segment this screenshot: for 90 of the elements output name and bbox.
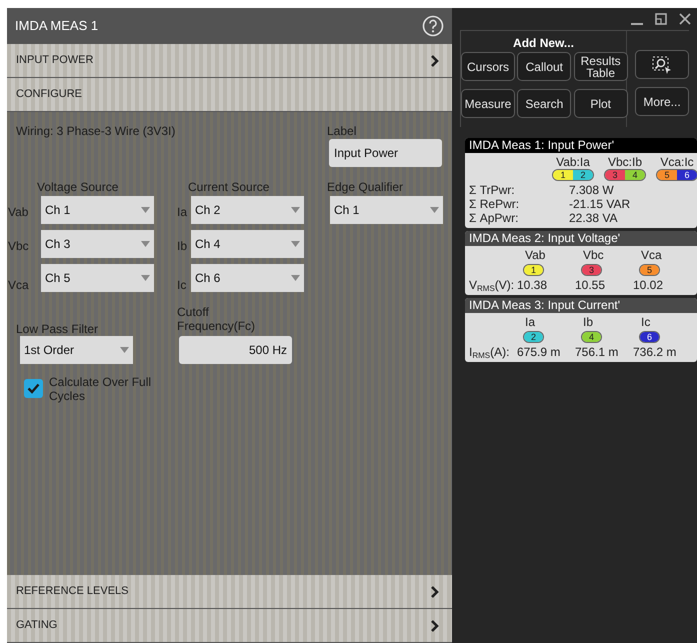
result-title: IMDA Meas 3: Input Current' xyxy=(465,298,697,313)
dropdown[interactable]: Ch 4 xyxy=(191,230,304,258)
channel-badge: 1 xyxy=(523,264,544,276)
channel-badge: 5 xyxy=(639,264,660,276)
result-value: 10.38 xyxy=(517,278,548,292)
field-label: Label xyxy=(327,123,356,140)
channel-badge: 6 xyxy=(639,331,660,343)
column-label: Vbc:Ib xyxy=(608,155,642,169)
source-label: Vab xyxy=(8,204,28,221)
column-label: Vca xyxy=(640,248,662,262)
caret-down-icon xyxy=(430,207,439,213)
dropdown[interactable]: 1st Order xyxy=(20,336,133,364)
channel-badge: 4 xyxy=(581,331,602,343)
caret-down-icon xyxy=(291,241,300,247)
caret-down-icon xyxy=(141,241,150,247)
column-heading: Edge Qualifier xyxy=(327,179,404,196)
caret-down-icon xyxy=(120,347,129,353)
add-button[interactable]: Search xyxy=(517,89,572,118)
row-label: V$_{RMS}$(V): xyxy=(469,278,516,292)
row-label: Σ TrPwr: xyxy=(469,183,516,197)
column-heading: Voltage Source xyxy=(37,179,118,196)
frequency-input[interactable]: 500 Hz xyxy=(179,336,292,364)
dropdown[interactable]: Ch 5 xyxy=(41,264,154,292)
section-header[interactable]: INPUT POWER xyxy=(7,44,452,78)
result-value: 736.2 m xyxy=(633,345,678,359)
dropdown[interactable]: Ch 3 xyxy=(41,230,154,258)
add-button[interactable]: Cursors xyxy=(461,52,515,81)
source-label: Vbc xyxy=(8,238,29,255)
field-label: Low Pass Filter xyxy=(16,321,98,338)
row-label: Σ RePwr: xyxy=(469,197,520,211)
dropdown[interactable]: Ch 2 xyxy=(191,196,304,224)
zoom-button[interactable] xyxy=(635,50,689,79)
chevron-right-icon xyxy=(430,584,440,598)
result-title: IMDA Meas 2: Input Voltage' xyxy=(465,231,697,246)
caret-down-icon xyxy=(291,275,300,281)
label-input[interactable]: Input Power xyxy=(329,139,442,167)
section-header[interactable]: GATING xyxy=(7,609,452,643)
source-label: Vca xyxy=(8,277,29,294)
dropdown[interactable]: Ch 6 xyxy=(191,264,304,292)
add-button[interactable]: Callout xyxy=(517,52,572,81)
close-icon[interactable] xyxy=(679,13,691,25)
caret-down-icon xyxy=(291,207,300,213)
add-new-title: Add New... xyxy=(513,35,574,50)
restore-icon[interactable] xyxy=(655,13,667,25)
column-label: Ic xyxy=(640,315,650,329)
result-value: -21.15 VAR xyxy=(569,197,630,211)
channel-badge: 3 4 xyxy=(604,169,646,181)
section-header[interactable]: CONFIGURE xyxy=(7,78,452,112)
result-value: 7.308 W xyxy=(569,183,614,197)
source-label: Ic xyxy=(177,277,186,294)
source-label: Ia xyxy=(177,204,188,221)
column-heading: Current Source xyxy=(188,179,270,196)
column-label: Vab:Ia xyxy=(556,155,590,169)
panel-title: IMDA MEAS 1 xyxy=(15,17,98,36)
checkbox-label: Calculate Over Full Cycles xyxy=(49,375,152,403)
dropdown[interactable]: Ch 1 xyxy=(330,196,443,224)
wiring-label: Wiring: 3 Phase-3 Wire (3V3I) xyxy=(16,123,176,140)
more-button[interactable]: More... xyxy=(635,87,689,116)
channel-badge: 5 6 xyxy=(656,169,697,181)
dropdown[interactable]: Ch 1 xyxy=(41,196,154,224)
checkbox[interactable] xyxy=(24,379,43,398)
caret-down-icon xyxy=(141,275,150,281)
field-label: Cutoff Frequency(Fc) xyxy=(177,305,256,333)
row-label: Σ ApPwr: xyxy=(469,211,520,225)
result-value: 22.38 VA xyxy=(569,211,618,225)
help-icon[interactable] xyxy=(422,15,444,37)
checkmark-icon xyxy=(27,383,40,394)
add-button[interactable]: Measure xyxy=(461,89,515,118)
column-label: Vbc xyxy=(582,248,604,262)
chevron-right-icon xyxy=(430,54,440,68)
column-label: Ia xyxy=(524,315,536,329)
channel-badge: 3 xyxy=(581,264,602,276)
chevron-right-icon xyxy=(430,618,440,632)
result-value: 10.55 xyxy=(575,278,606,292)
channel-badge: 2 xyxy=(523,331,544,343)
source-label: Ib xyxy=(177,238,188,255)
result-value: 675.9 m xyxy=(517,345,562,359)
add-button[interactable]: Results Table xyxy=(574,52,628,81)
add-button[interactable]: Plot xyxy=(574,89,628,118)
channel-badge: 1 2 xyxy=(552,169,594,181)
section-header[interactable]: REFERENCE LEVELS xyxy=(7,575,452,609)
column-label: Vca:Ic xyxy=(660,155,694,169)
column-label: Vab xyxy=(524,248,546,262)
caret-down-icon xyxy=(141,207,150,213)
result-value: 756.1 m xyxy=(575,345,620,359)
column-label: Ib xyxy=(582,315,594,329)
result-title: IMDA Meas 1: Input Power' xyxy=(465,138,697,153)
zoom-select-icon xyxy=(652,56,672,74)
row-label: I$_{RMS}$(A): xyxy=(469,345,510,359)
result-value: 10.02 xyxy=(633,278,664,292)
